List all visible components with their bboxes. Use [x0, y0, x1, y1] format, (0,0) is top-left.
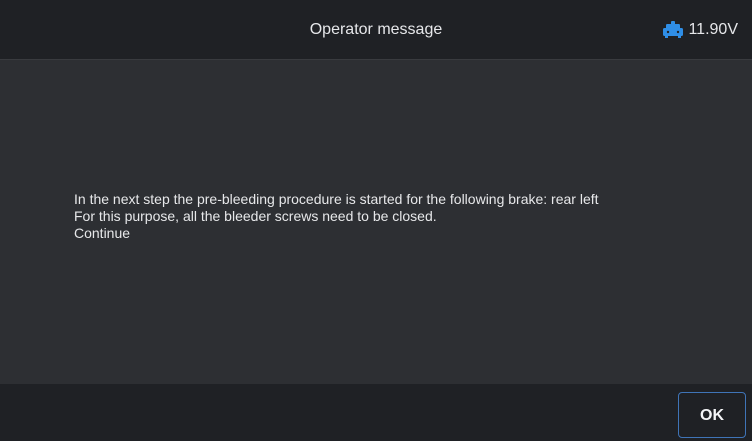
message-line-3: Continue [74, 225, 131, 241]
message-line-1: In the next step the pre-bleeding proced… [74, 191, 599, 207]
battery-voltage: 11.90V [688, 21, 738, 38]
message-panel: In the next step the pre-bleeding proced… [0, 60, 752, 384]
car-battery-icon [663, 21, 684, 38]
battery-status: 11.90V [662, 18, 738, 42]
header-bar: Operator message 11.90V [0, 0, 752, 60]
operator-message: In the next step the pre-bleeding proced… [74, 191, 734, 242]
page-title: Operator message [309, 21, 443, 38]
message-line-2: For this purpose, all the bleeder screws… [74, 208, 437, 224]
ok-button[interactable]: OK [678, 392, 746, 438]
footer-bar: OK [0, 384, 752, 441]
